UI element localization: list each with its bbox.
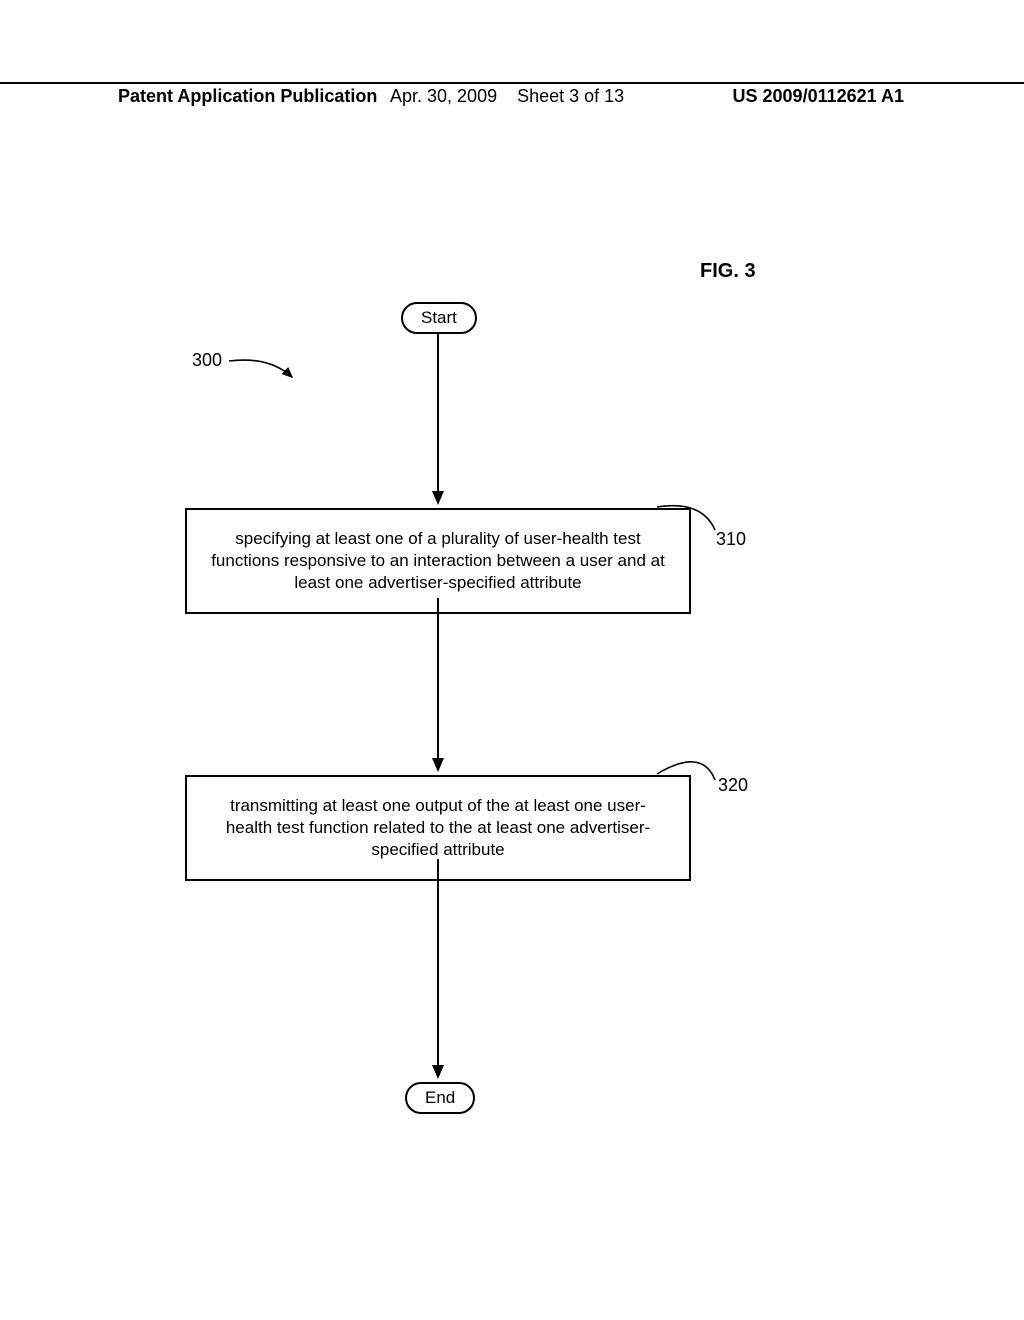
- reference-310: 310: [716, 529, 746, 550]
- header-left: Patent Application Publication: [0, 86, 377, 107]
- reference-320: 320: [718, 775, 748, 796]
- reference-300: 300: [192, 350, 222, 371]
- process-box-320: transmitting at least one output of the …: [185, 775, 691, 881]
- header-center: Apr. 30, 2009 Sheet 3 of 13: [390, 86, 624, 107]
- end-terminal: End: [405, 1082, 475, 1114]
- page-header: Patent Application Publication Apr. 30, …: [0, 82, 1024, 107]
- figure-label: FIG. 3: [700, 260, 756, 283]
- flow-arrows: [0, 0, 1024, 1320]
- process-box-310: specifying at least one of a plurality o…: [185, 508, 691, 614]
- header-sheet: Sheet 3 of 13: [517, 86, 624, 106]
- header-pubnum: US 2009/0112621 A1: [733, 86, 1024, 107]
- start-terminal: Start: [401, 302, 477, 334]
- header-date: Apr. 30, 2009: [390, 86, 497, 106]
